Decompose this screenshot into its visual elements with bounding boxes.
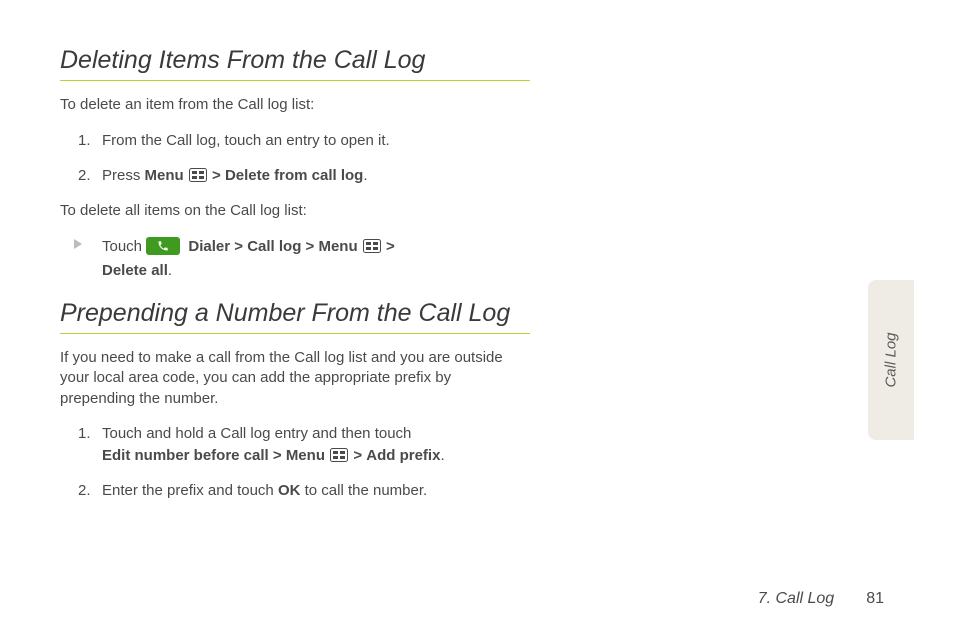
step-2: 2. Enter the prefix and touch OK to call…	[60, 480, 530, 502]
bullet-delete-all: Touch Dialer > Call log > Menu > Delete …	[60, 235, 530, 282]
chevron: >	[273, 447, 282, 464]
step-1: 1. Touch and hold a Call log entry and t…	[60, 423, 530, 467]
heading-deleting: Deleting Items From the Call Log	[60, 45, 530, 76]
label-delete-from-call-log: Delete from call log	[225, 167, 363, 184]
step-number: 1.	[78, 130, 91, 152]
page-footer: 7. Call Log 81	[758, 590, 884, 608]
side-tab: Call Log	[868, 280, 914, 440]
step-number: 2.	[78, 480, 91, 502]
heading-underline	[60, 333, 530, 334]
step-number: 2.	[78, 165, 91, 187]
heading-prepending: Prepending a Number From the Call Log	[60, 298, 530, 329]
label-ok: OK	[278, 482, 301, 499]
document-page: Deleting Items From the Call Log To dele…	[0, 0, 954, 636]
step-text-post: to call the number.	[300, 482, 427, 499]
label-edit-number: Edit number before call	[102, 447, 269, 464]
step-text: From the Call log, touch an entry to ope…	[102, 132, 390, 149]
heading-underline	[60, 80, 530, 81]
page-number: 81	[866, 590, 884, 607]
chevron: >	[386, 238, 395, 255]
menu-icon	[189, 168, 207, 182]
list-item: Touch Dialer > Call log > Menu > Delete …	[60, 235, 530, 282]
label-menu: Menu	[286, 447, 325, 464]
label-add-prefix: Add prefix	[366, 447, 440, 464]
chevron: >	[306, 238, 315, 255]
main-content: Deleting Items From the Call Log To dele…	[60, 45, 530, 502]
label-call-log: Call log	[247, 238, 301, 255]
period: .	[168, 262, 172, 279]
steps-delete-single: 1. From the Call log, touch an entry to …	[60, 130, 530, 188]
menu-icon	[363, 239, 381, 253]
step-number: 1.	[78, 423, 91, 445]
step-text-pre: Enter the prefix and touch	[102, 482, 278, 499]
period: .	[440, 447, 444, 464]
label-dialer: Dialer	[188, 238, 230, 255]
chevron: >	[353, 447, 362, 464]
chapter-label: 7. Call Log	[758, 590, 835, 607]
chevron: >	[234, 238, 243, 255]
triangle-bullet-icon	[74, 239, 82, 249]
menu-icon	[330, 448, 348, 462]
intro-delete-single: To delete an item from the Call log list…	[60, 95, 530, 115]
label-delete-all: Delete all	[102, 262, 168, 279]
step-2: 2. Press Menu > Delete from call log.	[60, 165, 530, 187]
dialer-phone-icon	[146, 237, 180, 255]
period: .	[363, 167, 367, 184]
label-menu: Menu	[145, 167, 184, 184]
intro-prepend: If you need to make a call from the Call…	[60, 348, 530, 409]
text-pre: Touch	[102, 238, 146, 255]
intro-delete-all: To delete all items on the Call log list…	[60, 201, 530, 221]
label-menu: Menu	[318, 238, 357, 255]
step-text-pre: Press	[102, 167, 145, 184]
chevron: >	[212, 167, 221, 184]
side-tab-label: Call Log	[883, 332, 900, 387]
step-text-pre: Touch and hold a Call log entry and then…	[102, 425, 411, 442]
step-1: 1. From the Call log, touch an entry to …	[60, 130, 530, 152]
steps-prepend: 1. Touch and hold a Call log entry and t…	[60, 423, 530, 502]
